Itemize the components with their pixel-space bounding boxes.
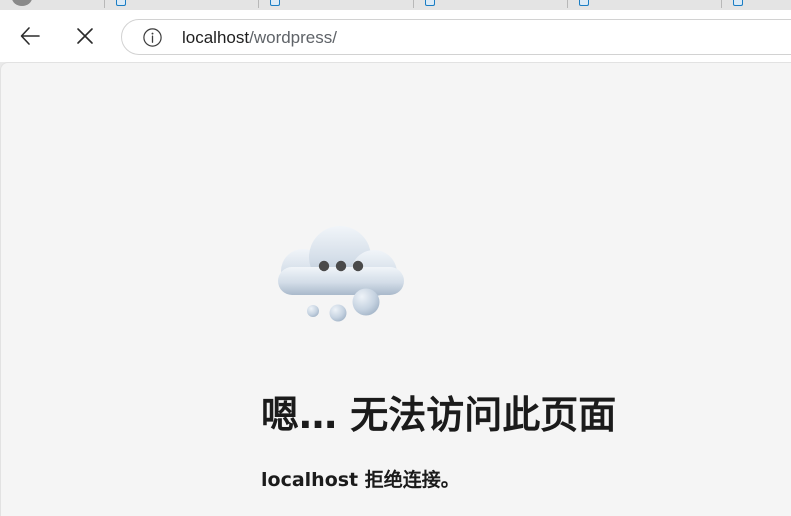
error-page: 嗯… 无法访问此页面 localhost 拒绝连接。 [0, 62, 791, 516]
stop-loading-button[interactable] [69, 20, 101, 52]
document-icon [733, 0, 743, 6]
info-icon[interactable] [143, 28, 162, 47]
url-path: /wordpress/ [249, 28, 337, 47]
document-icon [425, 0, 435, 6]
tab-separator [721, 0, 722, 8]
address-bar[interactable]: localhost/wordpress/ [121, 19, 791, 55]
profile-avatar[interactable] [12, 0, 32, 6]
document-icon [270, 0, 280, 6]
close-icon [77, 28, 93, 44]
cloud-ellipsis-icon [278, 226, 404, 322]
error-detail: localhost 拒绝连接。 [261, 469, 460, 491]
browser-toolbar: localhost/wordpress/ [0, 10, 791, 62]
url-host: localhost [182, 28, 250, 47]
back-button[interactable] [14, 20, 46, 52]
back-arrow-icon [20, 27, 40, 45]
tab-separator [258, 0, 259, 8]
tab-separator [567, 0, 568, 8]
document-icon [116, 0, 126, 6]
url-text[interactable]: localhost/wordpress/ [182, 28, 337, 47]
document-icon [579, 0, 589, 6]
tab-separator [413, 0, 414, 8]
tab-strip [0, 0, 791, 10]
error-title: 嗯… 无法访问此页面 [261, 393, 617, 437]
tab-separator [104, 0, 105, 8]
